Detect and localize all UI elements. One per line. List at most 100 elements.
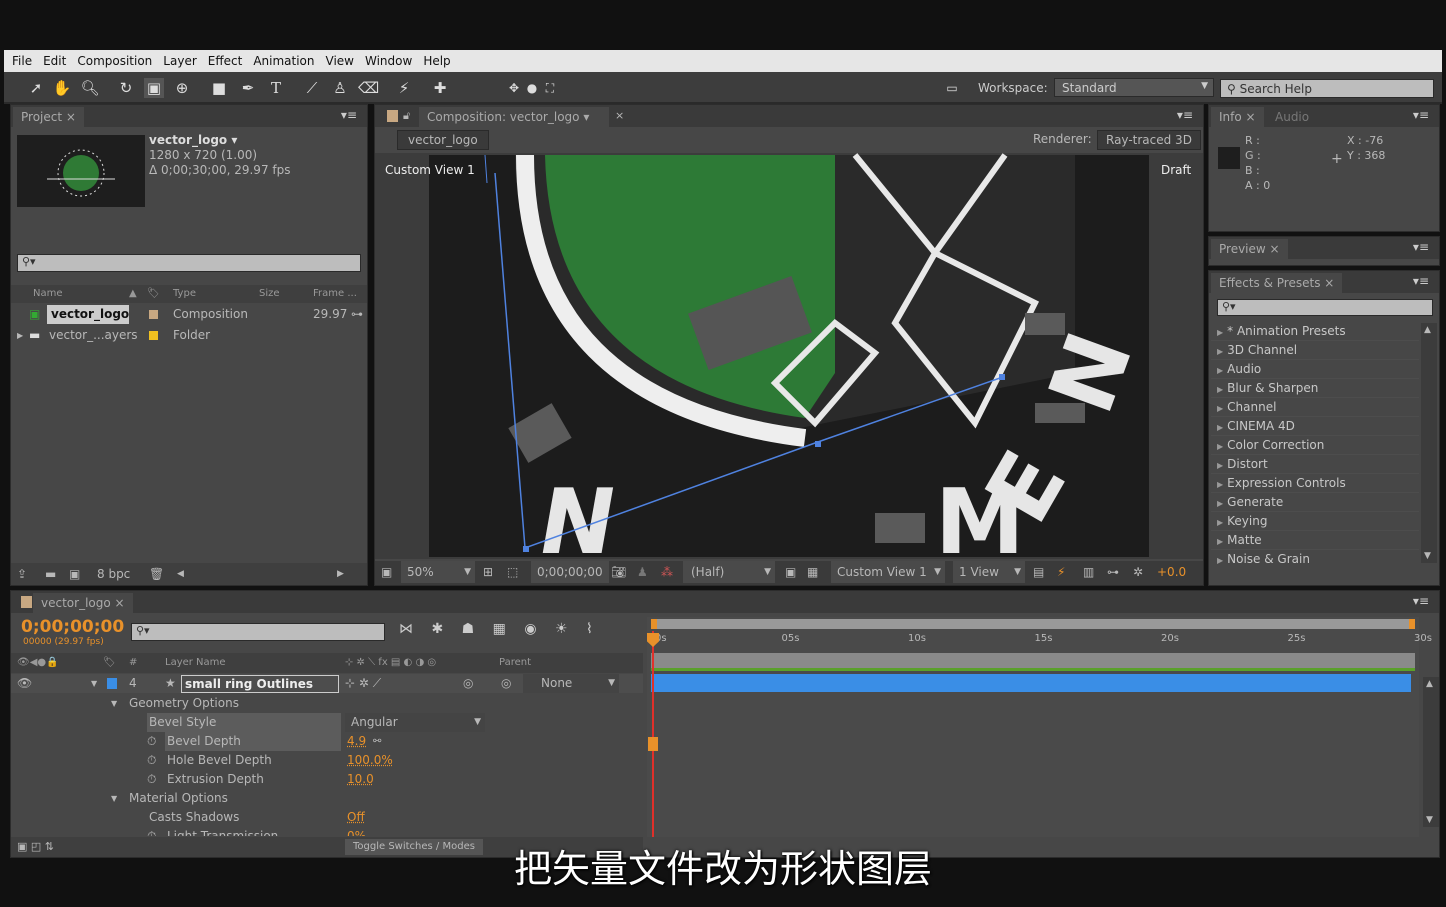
close-icon[interactable]: × <box>615 109 624 122</box>
menu-edit[interactable]: Edit <box>43 54 66 68</box>
col-layer-name[interactable]: Layer Name <box>165 653 226 673</box>
clone-stamp-tool-icon[interactable]: ♙ <box>330 78 350 98</box>
col-size[interactable]: Size <box>259 285 280 303</box>
flowchart-icon[interactable]: ⊶ <box>1107 561 1119 583</box>
layer-duration-bar[interactable] <box>651 674 1411 692</box>
property-row[interactable]: ⏱︎ Bevel Depth 4.9 ⚯ <box>11 732 643 751</box>
menu-view[interactable]: View <box>326 54 354 68</box>
effects-search-input[interactable]: ⚲▾ <box>1217 299 1433 316</box>
graph-editor-icon[interactable]: ⌇ <box>586 621 593 637</box>
magnification-select[interactable]: 50% ▼ <box>401 561 475 583</box>
stopwatch-icon[interactable]: ⏱︎ <box>147 751 156 770</box>
expand-arrow-icon[interactable]: ▶ <box>1217 518 1223 527</box>
effects-category[interactable]: ▶ Channel <box>1211 398 1419 417</box>
property-value[interactable]: 4.9 <box>347 732 366 751</box>
effects-category[interactable]: ▶ 3D Channel <box>1211 341 1419 360</box>
panel-menu-icon[interactable]: ▾≡ <box>1413 108 1429 122</box>
property-value[interactable]: 10.0 <box>347 770 374 789</box>
time-graph[interactable]: 0s 05s 10s 15s 20s 25s 30s <box>647 617 1432 837</box>
always-preview-icon[interactable]: ▣ <box>381 561 392 583</box>
expand-arrow-icon[interactable]: ▶ <box>1217 347 1223 356</box>
property-value[interactable]: 100.0% <box>347 751 393 770</box>
expand-arrow-icon[interactable]: ▶ <box>1217 442 1223 451</box>
property-row[interactable]: ⏱︎ Light Transmission 0% <box>11 827 643 836</box>
view-select[interactable]: Custom View 1 ▼ <box>831 561 945 583</box>
lock-icon[interactable]: 🔓︎ <box>403 109 410 123</box>
menu-effect[interactable]: Effect <box>208 54 243 68</box>
eye-icon[interactable]: 👁︎ <box>17 674 32 693</box>
expand-arrow-icon[interactable]: ▶ <box>1217 556 1223 565</box>
hand-tool-icon[interactable]: ✋ <box>52 78 72 98</box>
property-row[interactable]: ▼ Material Options <box>11 789 643 808</box>
pan-behind-tool-icon[interactable]: ⊕ <box>172 78 192 98</box>
layer-row[interactable]: 👁︎ ▼ 4 ★ small ring Outlines ⊹ ✲ ⟋ ◎ ◎ N… <box>11 674 643 693</box>
flowchart-icon[interactable]: ⊶ <box>351 305 363 324</box>
channel-icon[interactable]: ⁂ <box>661 561 673 583</box>
layer-switches[interactable]: ⊹ ✲ ⟋ <box>345 674 381 693</box>
comp-breadcrumb[interactable]: vector_logo <box>397 130 489 150</box>
motion-blur-icon[interactable]: ◉ <box>524 621 536 637</box>
axis-mode-icon[interactable]: ✥ <box>504 78 524 98</box>
roto-brush-tool-icon[interactable]: ⚡ <box>394 78 414 98</box>
selection-tool-icon[interactable]: ➚ <box>26 78 46 98</box>
shy-icon[interactable]: ☗ <box>462 621 475 637</box>
scroll-left-icon[interactable]: ◀ <box>177 563 184 585</box>
property-row[interactable]: ⏱︎ Extrusion Depth 10.0 <box>11 770 643 789</box>
zoom-tool-icon[interactable]: 🔍︎ <box>80 78 100 98</box>
search-help-input[interactable]: ⚲ Search Help <box>1220 79 1434 98</box>
project-item-comp[interactable]: ▣ vector_logo Composition 29.97 ⊶ <box>11 305 363 324</box>
property-row[interactable]: ▼ Geometry Options <box>11 694 643 713</box>
expand-arrow-icon[interactable]: ▶ <box>1217 328 1223 337</box>
menu-composition[interactable]: Composition <box>77 54 152 68</box>
expand-arrow-icon[interactable]: ▶ <box>17 326 23 345</box>
tab-project[interactable]: Project × <box>13 107 84 127</box>
checkerboard-icon[interactable]: ▦ <box>807 561 818 583</box>
viewer[interactable]: NMEN Custom View 1 Draft <box>375 153 1203 575</box>
current-time-field[interactable]: 0;00;00;00 <box>531 561 609 583</box>
collapse-arrow-icon[interactable]: ▼ <box>111 789 117 808</box>
effects-category[interactable]: ▶ Distort <box>1211 455 1419 474</box>
expand-arrow-icon[interactable]: ▶ <box>1217 385 1223 394</box>
effects-category[interactable]: ▶ Blur & Sharpen <box>1211 379 1419 398</box>
property-value[interactable]: Off <box>347 808 365 827</box>
layer-label-color[interactable] <box>107 678 117 689</box>
effects-category[interactable]: ▶ Keying <box>1211 512 1419 531</box>
type-tool-icon[interactable]: T <box>266 78 286 98</box>
effects-category[interactable]: ▶ CINEMA 4D <box>1211 417 1419 436</box>
menu-window[interactable]: Window <box>365 54 412 68</box>
comp-mini-flowchart-icon[interactable]: ⋈ <box>399 621 413 637</box>
project-search-input[interactable]: ⚲▾ <box>17 254 361 272</box>
menu-animation[interactable]: Animation <box>253 54 314 68</box>
project-item-folder[interactable]: ▶ ▬ vector_...ayers Folder <box>11 326 351 345</box>
effects-category[interactable]: ▶ Generate <box>1211 493 1419 512</box>
effects-category[interactable]: ▶ Audio <box>1211 360 1419 379</box>
property-row[interactable]: Casts Shadows Off <box>11 808 643 827</box>
timeline-icon[interactable]: ▥ <box>1083 561 1094 583</box>
new-folder-icon[interactable]: ▬ <box>45 563 56 585</box>
effects-category[interactable]: ▶ Color Correction <box>1211 436 1419 455</box>
effects-category[interactable]: ▶ Expression Controls <box>1211 474 1419 493</box>
tab-timeline[interactable]: vector_logo × <box>33 593 133 613</box>
new-comp-icon[interactable]: ▣ <box>69 563 80 585</box>
panel-menu-icon[interactable]: ▾≡ <box>341 108 357 122</box>
link-icon[interactable]: ⚯ <box>373 732 381 751</box>
panel-menu-icon[interactable]: ▾≡ <box>1177 108 1193 122</box>
col-parent[interactable]: Parent <box>499 653 531 673</box>
layer-name-field[interactable]: small ring Outlines <box>181 675 339 693</box>
renderer-button[interactable]: Ray-traced 3D <box>1097 130 1201 150</box>
property-value[interactable]: 0% <box>347 827 366 836</box>
tab-info[interactable]: Info × <box>1211 107 1264 127</box>
brush-tool-icon[interactable]: ⟋ <box>302 78 322 98</box>
pen-tool-icon[interactable]: ✒ <box>238 78 258 98</box>
view-axis-icon[interactable]: ⛶ <box>540 78 560 98</box>
parent-select[interactable]: None ▼ <box>523 674 619 693</box>
3d-layer-icon[interactable]: ◎ <box>463 674 473 693</box>
stopwatch-icon[interactable]: ⏱︎ <box>147 732 156 751</box>
effects-category[interactable]: ▶ Noise & Grain <box>1211 550 1419 566</box>
camera-tool-icon[interactable]: ▣ <box>144 78 164 98</box>
col-type[interactable]: Type <box>173 285 196 303</box>
stopwatch-icon[interactable]: ⏱︎ <box>147 770 156 789</box>
panel-menu-icon[interactable]: ▾≡ <box>1413 240 1429 254</box>
pickwhip-icon[interactable]: ◎ <box>501 674 511 693</box>
timeline-scrollbar[interactable]: ▲ ▼ <box>1423 677 1439 827</box>
